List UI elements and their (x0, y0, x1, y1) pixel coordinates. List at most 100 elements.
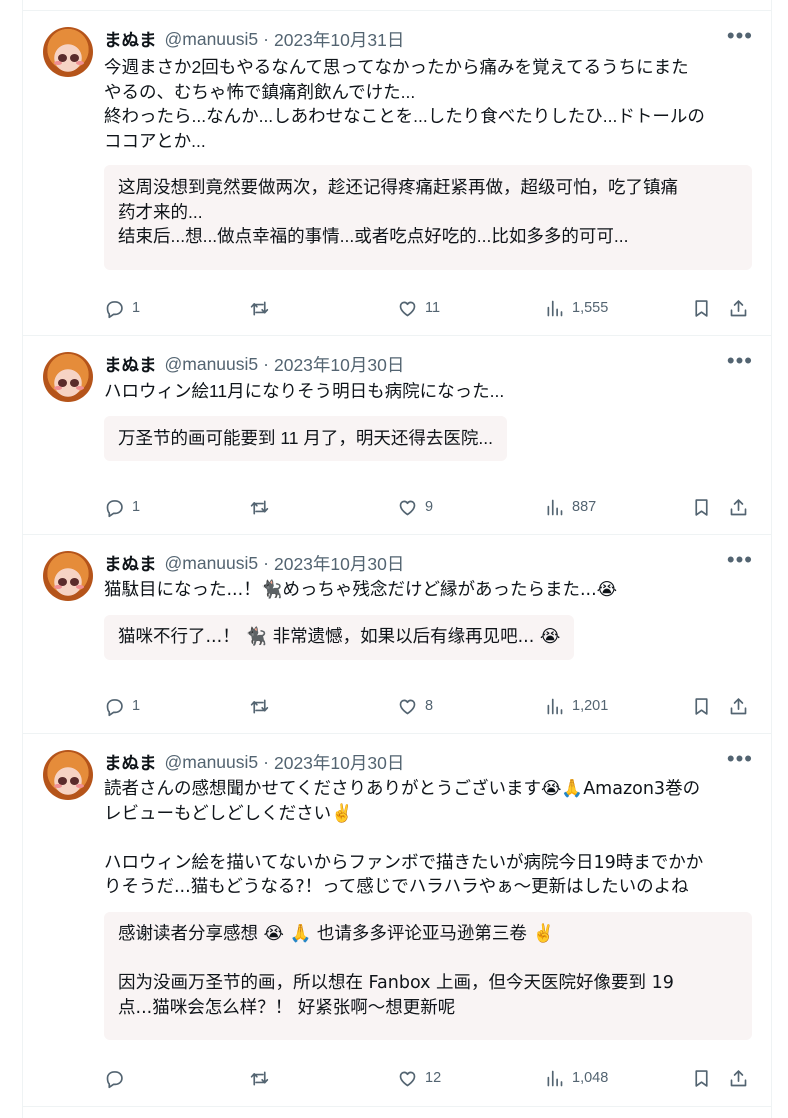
avatar[interactable] (43, 750, 93, 800)
user-handle[interactable]: @manuusi5 (165, 354, 259, 375)
tweet[interactable]: まぬま @manuusi5 · 2023年10月30日 ••• 読者さんの感想聞… (23, 734, 771, 1107)
tweet-header: まぬま @manuusi5 · 2023年10月31日 ••• (104, 25, 755, 52)
display-name[interactable]: まぬま (104, 750, 157, 775)
separator-dot: · (263, 751, 269, 772)
bookmark-icon (695, 697, 708, 715)
separator-dot: · (263, 28, 269, 49)
retweet-button[interactable] (249, 296, 277, 320)
share-button[interactable] (728, 1066, 749, 1090)
user-handle[interactable]: @manuusi5 (165, 752, 259, 773)
separator-dot: · (263, 353, 269, 374)
user-handle[interactable]: @manuusi5 (165, 29, 259, 50)
avatar[interactable] (43, 27, 93, 77)
tweet-actions: 1 9 887 (104, 495, 749, 519)
reply-icon (106, 300, 123, 318)
reply-icon (106, 698, 123, 716)
views-button[interactable]: 887 (544, 495, 596, 519)
tweet-date[interactable]: 2023年10月31日 (274, 27, 404, 52)
views-button[interactable]: 1,201 (544, 694, 608, 718)
display-name[interactable]: まぬま (104, 352, 157, 377)
share-button[interactable] (728, 694, 749, 718)
like-count: 8 (425, 698, 434, 714)
like-button[interactable]: 12 (397, 1066, 441, 1090)
tweet-header: まぬま @manuusi5 · 2023年10月30日 ••• (104, 350, 755, 377)
share-button[interactable] (728, 495, 749, 519)
timeline: まぬま @manuusi5 · 2023年10月31日 ••• 今週まさか2回も… (22, 0, 772, 1118)
tweet-actions: 12 1,048 (104, 1066, 749, 1090)
retweet-icon (250, 1071, 269, 1085)
tweet-text: 今週まさか2回もやるなんて思ってなかったから痛みを覚えてるうちにまた やるの、む… (104, 57, 705, 151)
tweet-date[interactable]: 2023年10月30日 (274, 750, 404, 775)
tweet-date[interactable]: 2023年10月30日 (274, 551, 404, 576)
reply-button[interactable]: 1 (104, 296, 140, 320)
views-count: 887 (572, 499, 597, 515)
retweet-button[interactable] (249, 694, 277, 718)
reply-count: 1 (132, 300, 141, 316)
display-name[interactable]: まぬま (104, 27, 157, 52)
retweet-button[interactable] (249, 495, 277, 519)
reply-icon (106, 1070, 123, 1088)
like-count: 12 (425, 1070, 442, 1086)
bookmark-button[interactable] (691, 1066, 712, 1090)
more-icon[interactable]: ••• (727, 748, 753, 770)
retweet-icon (250, 301, 269, 315)
heart-icon (399, 500, 416, 515)
reply-button[interactable]: 1 (104, 495, 140, 519)
views-icon (547, 300, 563, 316)
views-count: 1,555 (572, 300, 609, 316)
share-icon (730, 697, 747, 714)
top-divider (23, 0, 771, 11)
share-button[interactable] (728, 296, 749, 320)
tweet[interactable]: まぬま @manuusi5 · 2023年10月30日 ••• 猫駄目になった.… (23, 535, 771, 734)
tweet-date[interactable]: 2023年10月30日 (274, 352, 404, 377)
views-count: 1,201 (572, 698, 609, 714)
share-icon (730, 299, 747, 316)
retweet-icon (250, 500, 269, 514)
bookmark-button[interactable] (691, 495, 712, 519)
reply-count: 1 (132, 499, 141, 515)
tweet[interactable]: まぬま @manuusi5 · 2023年10月31日 ••• 今週まさか2回も… (23, 11, 771, 336)
reply-count: 1 (132, 698, 141, 714)
like-count: 11 (425, 300, 441, 316)
like-button[interactable]: 9 (397, 495, 433, 519)
tweet-text: 猫駄目になった...！🐈‍⬛めっちゃ残念だけど縁があったらまた...😭 (104, 580, 618, 600)
retweet-icon (250, 699, 269, 713)
share-icon (730, 1069, 747, 1086)
views-icon (547, 499, 563, 515)
heart-icon (399, 699, 416, 714)
bookmark-icon (695, 299, 708, 317)
reply-icon (106, 499, 123, 517)
like-button[interactable]: 11 (397, 296, 440, 320)
more-icon[interactable]: ••• (727, 350, 753, 372)
translation-box: 这周没想到竟然要做两次，趁还记得疼痛赶紧再做，超级可怕，吃了镇痛 药才来的...… (104, 165, 752, 270)
views-icon (547, 698, 563, 714)
views-button[interactable]: 1,555 (544, 296, 608, 320)
reply-button[interactable] (104, 1066, 132, 1090)
more-icon[interactable]: ••• (727, 549, 753, 571)
share-icon (730, 498, 747, 515)
tweet[interactable]: まぬま @manuusi5 · 2023年10月30日 ••• ハロウィン絵11… (23, 336, 771, 535)
retweet-button[interactable] (249, 1066, 277, 1090)
bookmark-icon (695, 1069, 708, 1087)
views-icon (547, 1070, 563, 1086)
tweet-text: 読者さんの感想聞かせてくださりありがとうございます😭🙏Amazon3巻の レビュ… (104, 779, 704, 898)
tweet-actions: 1 8 1,201 (104, 694, 749, 718)
views-button[interactable]: 1,048 (544, 1066, 608, 1090)
user-handle[interactable]: @manuusi5 (165, 553, 259, 574)
avatar[interactable] (43, 352, 93, 402)
heart-icon (399, 301, 416, 316)
tweet-actions: 1 11 1,555 (104, 296, 749, 320)
like-button[interactable]: 8 (397, 694, 433, 718)
bookmark-button[interactable] (691, 296, 712, 320)
tweet-header: まぬま @manuusi5 · 2023年10月30日 ••• (104, 748, 755, 775)
tweet-text: ハロウィン絵11月になりそう明日も病院になった... (104, 381, 505, 401)
reply-button[interactable]: 1 (104, 694, 140, 718)
more-icon[interactable]: ••• (727, 25, 753, 47)
bookmark-icon (695, 498, 708, 516)
display-name[interactable]: まぬま (104, 551, 157, 576)
avatar[interactable] (43, 551, 93, 601)
heart-icon (399, 1071, 416, 1086)
bookmark-button[interactable] (691, 694, 712, 718)
translation-box: 猫咪不行了...！ 🐈‍⬛ 非常遗憾，如果以后有缘再见吧... 😭 (104, 615, 575, 660)
translation-box: 万圣节的画可能要到 11 月了，明天还得去医院... (104, 416, 507, 461)
